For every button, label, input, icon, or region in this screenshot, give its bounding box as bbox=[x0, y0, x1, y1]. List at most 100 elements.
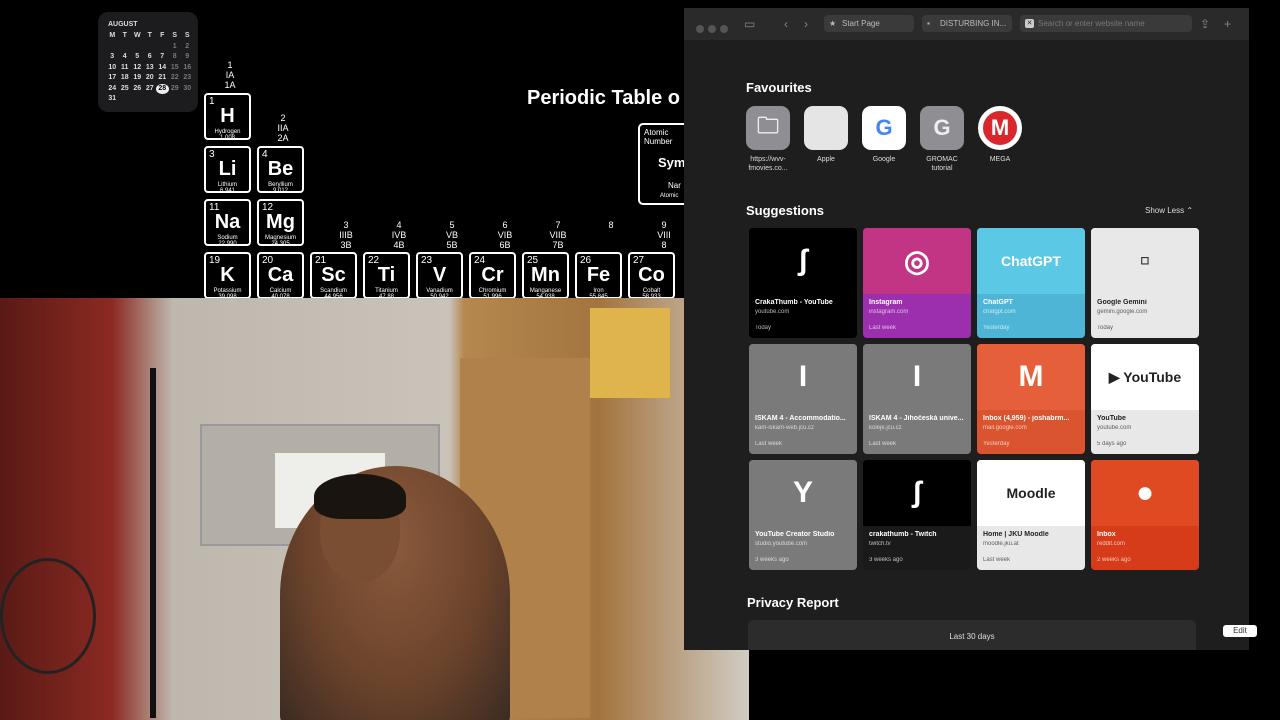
suggestions-heading: Suggestions bbox=[746, 203, 825, 218]
favourite-mega[interactable]: M MEGA bbox=[975, 106, 1025, 164]
suggestion-card[interactable]: ʃ CrakaThumb - YouTube youtube.com Today bbox=[749, 228, 857, 338]
periodic-table-title: Periodic Table o bbox=[527, 87, 680, 109]
suggestion-when: Yesterday bbox=[983, 325, 1010, 331]
favourites-heading: Favourites bbox=[746, 80, 812, 95]
suggestion-card[interactable]: Y YouTube Creator Studio studio.youtube.co… bbox=[749, 460, 857, 570]
group-label: 6 VIB 6B bbox=[497, 220, 513, 250]
calendar-day bbox=[131, 42, 144, 53]
letter-g-icon: G bbox=[920, 106, 964, 150]
calendar-day: 6 bbox=[147, 53, 152, 60]
suggestion-when: 3 weeks ago bbox=[869, 557, 903, 563]
favourite-google[interactable]: G Google bbox=[859, 106, 909, 164]
star-icon: ★ bbox=[829, 19, 837, 28]
calendar-day bbox=[131, 94, 144, 105]
calendar-day bbox=[106, 42, 119, 53]
calendar-day: 15 bbox=[170, 63, 179, 71]
element-mass: 9.012 bbox=[272, 188, 288, 194]
element-tile: 21 Sc Scandium 44.956 bbox=[310, 252, 357, 298]
privacy-report-card[interactable]: Last 30 days bbox=[748, 620, 1196, 650]
forward-icon[interactable]: › bbox=[804, 17, 808, 31]
show-less-button[interactable]: Show Less ⌃ bbox=[1145, 206, 1193, 215]
suggestion-title: crakathumb - Twitch bbox=[869, 531, 937, 538]
suggestion-card[interactable]: I ISKAM 4 - Accommodatio... kam-iskam-web.… bbox=[749, 344, 857, 454]
calendar-day: 9 bbox=[185, 53, 190, 60]
tab-start-page[interactable]: ★ Start Page bbox=[824, 15, 914, 32]
suggestion-thumbnail: ▶ YouTube bbox=[1091, 344, 1199, 410]
mega-icon: M bbox=[978, 106, 1022, 150]
tab-disturbing[interactable]: ▪ DISTURBING IN... bbox=[922, 15, 1012, 32]
element-mass: 6.941 bbox=[219, 188, 235, 194]
element-mass: 22.990 bbox=[218, 241, 237, 247]
calendar-grid: M T W T F S S 1 2 3 4 5 6 7 8 9 10 11 12 13 14 15 16 17 18 19 20 21… bbox=[106, 31, 194, 105]
element-tile: 11 Na Sodium 22.990 bbox=[204, 199, 251, 247]
element-symbol: Ti bbox=[377, 264, 396, 286]
favourite-label: Apple bbox=[817, 156, 835, 163]
calendar-day: 14 bbox=[158, 63, 167, 71]
safari-window: ▭ ‹ › ★ Start Page ▪ DISTURBING IN... ✕ … bbox=[684, 8, 1249, 650]
suggestion-when: Last week bbox=[869, 441, 897, 447]
suggestion-when: Last week bbox=[755, 441, 783, 447]
calendar-day: 18 bbox=[120, 74, 129, 81]
calendar-day: 31 bbox=[108, 95, 117, 102]
calendar-day: 21 bbox=[158, 74, 167, 81]
calendar-month: AUGUST bbox=[108, 21, 138, 28]
new-tab-icon[interactable]: + bbox=[1224, 17, 1231, 31]
element-symbol: Mn bbox=[531, 264, 560, 286]
favourite-label: https://wvv-fmovies.co... bbox=[748, 156, 788, 172]
element-tile: 26 Fe Iron 55.845 bbox=[575, 252, 622, 298]
sidebar-icon[interactable]: ▭ bbox=[744, 17, 755, 31]
suggestion-card[interactable]: ChatGPT ChatGPT chatgpt.com Yesterday bbox=[977, 228, 1085, 338]
edit-button[interactable]: Edit bbox=[1223, 625, 1257, 637]
camera-stand bbox=[150, 368, 156, 718]
element-symbol: Cr bbox=[481, 264, 504, 286]
calendar-day: 2 bbox=[185, 42, 190, 50]
suggestion-when: Today bbox=[755, 325, 772, 331]
back-icon[interactable]: ‹ bbox=[784, 17, 788, 31]
suggestion-card[interactable]: ▶ YouTube YouTube youtube.com 5 days ago bbox=[1091, 344, 1199, 454]
favourite-label: GROMAC tutorial bbox=[926, 156, 958, 172]
calendar-day: 13 bbox=[145, 63, 154, 71]
suggestion-url: chatgpt.com bbox=[983, 309, 1016, 315]
calendar-weekday: T bbox=[147, 32, 152, 39]
suggestion-card[interactable]: Moodle Home | JKU Moodle moodle.jku.at Last… bbox=[977, 460, 1085, 570]
element-tile: 25 Mn Manganese 54.938 bbox=[522, 252, 569, 298]
suggestion-thumbnail: ʃ bbox=[863, 460, 971, 526]
favourite-apple[interactable]: Apple bbox=[801, 106, 851, 164]
suggestion-url: kam-iskam-web.jcu.cz bbox=[755, 425, 815, 431]
group-label: 4 IVB 4B bbox=[391, 220, 407, 250]
suggestion-card[interactable]: ▫ Google Gemini gemini.google.com Today bbox=[1091, 228, 1199, 338]
favourite-letter-g[interactable]: G GROMAC tutorial bbox=[917, 106, 967, 173]
calendar-day bbox=[144, 42, 157, 53]
suggestion-thumbnail: ʃ bbox=[749, 228, 857, 294]
address-bar[interactable]: ✕ Search or enter website name bbox=[1020, 15, 1192, 32]
group-label: 3 IIIB 3B bbox=[339, 220, 353, 250]
window-controls[interactable] bbox=[696, 20, 732, 38]
share-icon[interactable]: ⇪ bbox=[1200, 17, 1210, 31]
suggestion-card[interactable]: ● Inbox reddit.com 2 weeks ago bbox=[1091, 460, 1199, 570]
suggestion-thumbnail: ● bbox=[1091, 460, 1199, 526]
suggestion-url: gemini.google.com bbox=[1097, 309, 1148, 315]
suggestion-title: ChatGPT bbox=[983, 299, 1013, 306]
suggestion-url: mail.google.com bbox=[983, 425, 1027, 431]
element-symbol: Li bbox=[218, 158, 237, 180]
suggestion-url: koleje.jcu.cz bbox=[869, 425, 902, 431]
element-tile: 20 Ca Calcium 40.078 bbox=[257, 252, 304, 298]
suggestion-when: Today bbox=[1097, 325, 1114, 331]
person-hair bbox=[314, 474, 406, 519]
calendar-day: 19 bbox=[133, 74, 142, 81]
suggestion-url: moodle.jku.at bbox=[983, 541, 1019, 547]
suggestion-card[interactable]: ◎ Instagram instagram.com Last week bbox=[863, 228, 971, 338]
periodic-table: Periodic Table o 1 IA 1A 2 IIA 2A 3 IIIB 3B 4 IV… bbox=[200, 55, 684, 298]
element-symbol: Co bbox=[638, 264, 665, 286]
calendar-day: 11 bbox=[121, 63, 129, 71]
suggestion-card[interactable]: ʃ crakathumb - Twitch twitch.tv 3 weeks ago bbox=[863, 460, 971, 570]
favourite-folder[interactable]: 🗀 https://wvv-fmovies.co... bbox=[743, 106, 793, 173]
calendar-day: 24 bbox=[108, 84, 117, 92]
suggestion-card[interactable]: I ISKAM 4 - Jihočeská unive... koleje.jcu.… bbox=[863, 344, 971, 454]
calendar-weekday: S bbox=[172, 32, 178, 39]
suggestion-card[interactable]: M Inbox (4,959) - joshabrm... mail.google.… bbox=[977, 344, 1085, 454]
element-mass: 24.305 bbox=[271, 241, 290, 247]
suggestion-title: ISKAM 4 - Jihočeská unive... bbox=[869, 415, 964, 422]
window-light bbox=[590, 308, 670, 398]
close-tab-icon[interactable]: ✕ bbox=[1025, 19, 1034, 28]
